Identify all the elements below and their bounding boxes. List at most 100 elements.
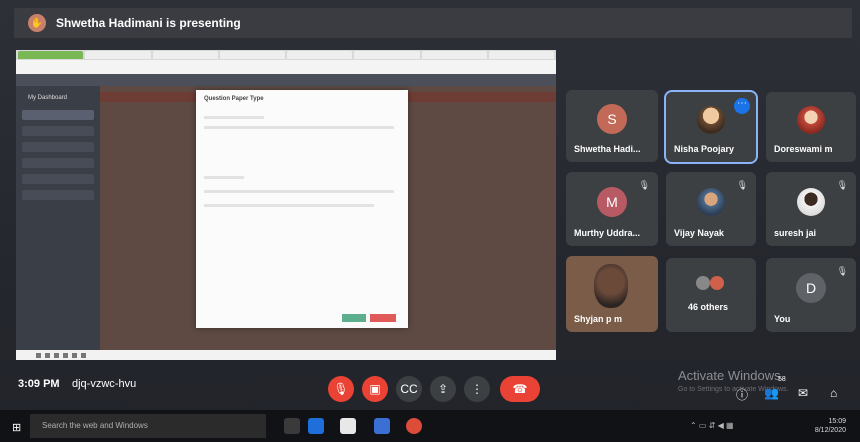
self-tile[interactable]: D 🎙 You	[766, 258, 856, 332]
participant-name: Shwetha Hadi...	[574, 144, 641, 154]
browser-tab	[18, 51, 84, 59]
participant-tile[interactable]: 🎙 Vijay Nayak	[666, 172, 756, 246]
avatar	[696, 276, 710, 290]
browser-tab	[152, 51, 218, 59]
info-icon[interactable]: ⓘ	[736, 386, 748, 403]
participant-tile[interactable]: 🎙 suresh jai	[766, 172, 856, 246]
taskbar-clock: 15:09 8/12/2020	[815, 417, 846, 435]
participant-name: Nisha Poojary	[674, 144, 735, 154]
phone-icon: ☎	[512, 382, 528, 396]
mic-off-icon: 🎙	[333, 382, 349, 396]
modal-row	[204, 204, 374, 207]
presenting-banner: ✋ Shwetha Hadimani is presenting	[14, 8, 852, 38]
windows-start-icon[interactable]: ⊞	[12, 421, 21, 434]
mic-muted-icon: 🎙	[736, 180, 748, 190]
presenter-icon: ✋	[28, 14, 46, 32]
task-view-icon[interactable]	[284, 418, 300, 434]
others-tile[interactable]: 46 others	[666, 258, 756, 332]
modal-row	[204, 190, 394, 193]
browser-tab	[488, 51, 554, 59]
taskbar-icon	[72, 352, 77, 358]
participant-tile[interactable]: S Shwetha Hadi...	[566, 90, 658, 162]
browser-tabs	[16, 50, 556, 60]
avatar	[697, 106, 725, 134]
browser-tab	[85, 51, 151, 59]
avatar: S	[597, 103, 627, 134]
activities-icon[interactable]: ⌂	[830, 386, 837, 400]
participant-name: Murthy Uddra...	[574, 228, 641, 238]
participant-name: Vijay Nayak	[674, 228, 724, 238]
participant-tile[interactable]: M 🎙 Murthy Uddra...	[566, 172, 658, 246]
participant-name: You	[774, 314, 791, 324]
captions-icon: CC	[400, 382, 418, 396]
leave-call-button[interactable]: ☎	[500, 376, 540, 402]
app-header	[16, 74, 556, 86]
taskbar-search[interactable]: Search the web and Windows	[30, 414, 266, 438]
shared-screen[interactable]: My Dashboard Question Paper Type	[16, 50, 556, 360]
browser-address-bar	[16, 60, 556, 74]
sidebar-item	[22, 174, 94, 184]
app-icon[interactable]	[374, 418, 390, 434]
more-options-button[interactable]: ⋮	[464, 376, 490, 402]
participant-name: 46 others	[688, 302, 729, 312]
sidebar-item	[22, 158, 94, 168]
store-icon[interactable]	[340, 418, 356, 434]
windows-taskbar: ⊞ Search the web and Windows ⌃ ▭ ⇵ ◀ ▦ 1…	[0, 410, 860, 442]
participant-name: suresh jai	[774, 228, 817, 238]
meeting-time: 3:09 PM	[18, 378, 60, 390]
mic-muted-icon: 🎙	[836, 180, 848, 190]
shared-sidebar: My Dashboard	[16, 86, 100, 350]
tray-icons: ⌃ ▭ ⇵ ◀ ▦	[690, 421, 734, 430]
meeting-code: djq-vzwc-hvu	[72, 378, 137, 390]
clock-date: 8/12/2020	[814, 427, 846, 434]
modal-row	[204, 116, 264, 119]
modal-cancel-button	[370, 314, 396, 322]
presenting-text: Shwetha Hadimani is presenting	[56, 16, 241, 30]
captions-button[interactable]: CC	[396, 376, 422, 402]
camera-button[interactable]: ▣	[362, 376, 388, 402]
camera-off-icon: ▣	[369, 382, 381, 396]
chrome-icon[interactable]	[406, 418, 422, 434]
modal-row	[204, 126, 394, 129]
meet-window: ✋ Shwetha Hadimani is presenting My Dash…	[0, 0, 860, 442]
browser-tab	[219, 51, 285, 59]
more-options-icon[interactable]: ⋯	[734, 98, 750, 114]
chat-icon[interactable]: ✉	[798, 386, 808, 400]
avatar	[697, 187, 725, 216]
question-paper-modal: Question Paper Type	[196, 90, 408, 328]
video-feed	[594, 264, 628, 308]
taskbar-icon	[45, 352, 50, 358]
more-vert-icon: ⋮	[471, 382, 483, 396]
modal-row	[204, 176, 244, 179]
browser-tab	[287, 51, 353, 59]
taskbar-icon	[36, 352, 41, 358]
participant-tile-pinned[interactable]: ⋯ Nisha Poojary	[664, 90, 758, 164]
modal-save-button	[342, 314, 366, 322]
avatar: M	[597, 186, 627, 217]
sidebar-item	[22, 190, 94, 200]
modal-title: Question Paper Type	[204, 96, 264, 102]
mic-muted-icon: 🎙	[638, 180, 650, 190]
sidebar-item	[22, 126, 94, 136]
sidebar-item	[22, 110, 94, 120]
participant-name: Doreswami m	[774, 144, 833, 154]
sidebar-dashboard-label: My Dashboard	[28, 95, 68, 101]
participant-tile-video[interactable]: Shyjan p m	[566, 256, 658, 332]
clock-time: 15:09	[828, 418, 846, 425]
sidebar-item	[22, 142, 94, 152]
participant-tile[interactable]: Doreswami m	[766, 92, 856, 162]
avatar	[710, 276, 724, 290]
present-button[interactable]: ⇪	[430, 376, 456, 402]
activate-windows-title: Activate Windows	[678, 368, 781, 383]
people-icon[interactable]: 👥	[764, 386, 779, 400]
avatar: D	[796, 272, 826, 303]
avatar	[797, 106, 825, 134]
participant-count: 58	[778, 376, 786, 383]
mic-muted-icon: 🎙	[836, 266, 848, 276]
taskbar-icon	[81, 352, 86, 358]
mic-button[interactable]: 🎙	[328, 376, 354, 402]
participant-name: Shyjan p m	[574, 314, 623, 324]
taskbar-icon	[54, 352, 59, 358]
edge-icon[interactable]	[308, 418, 324, 434]
browser-tab	[354, 51, 420, 59]
